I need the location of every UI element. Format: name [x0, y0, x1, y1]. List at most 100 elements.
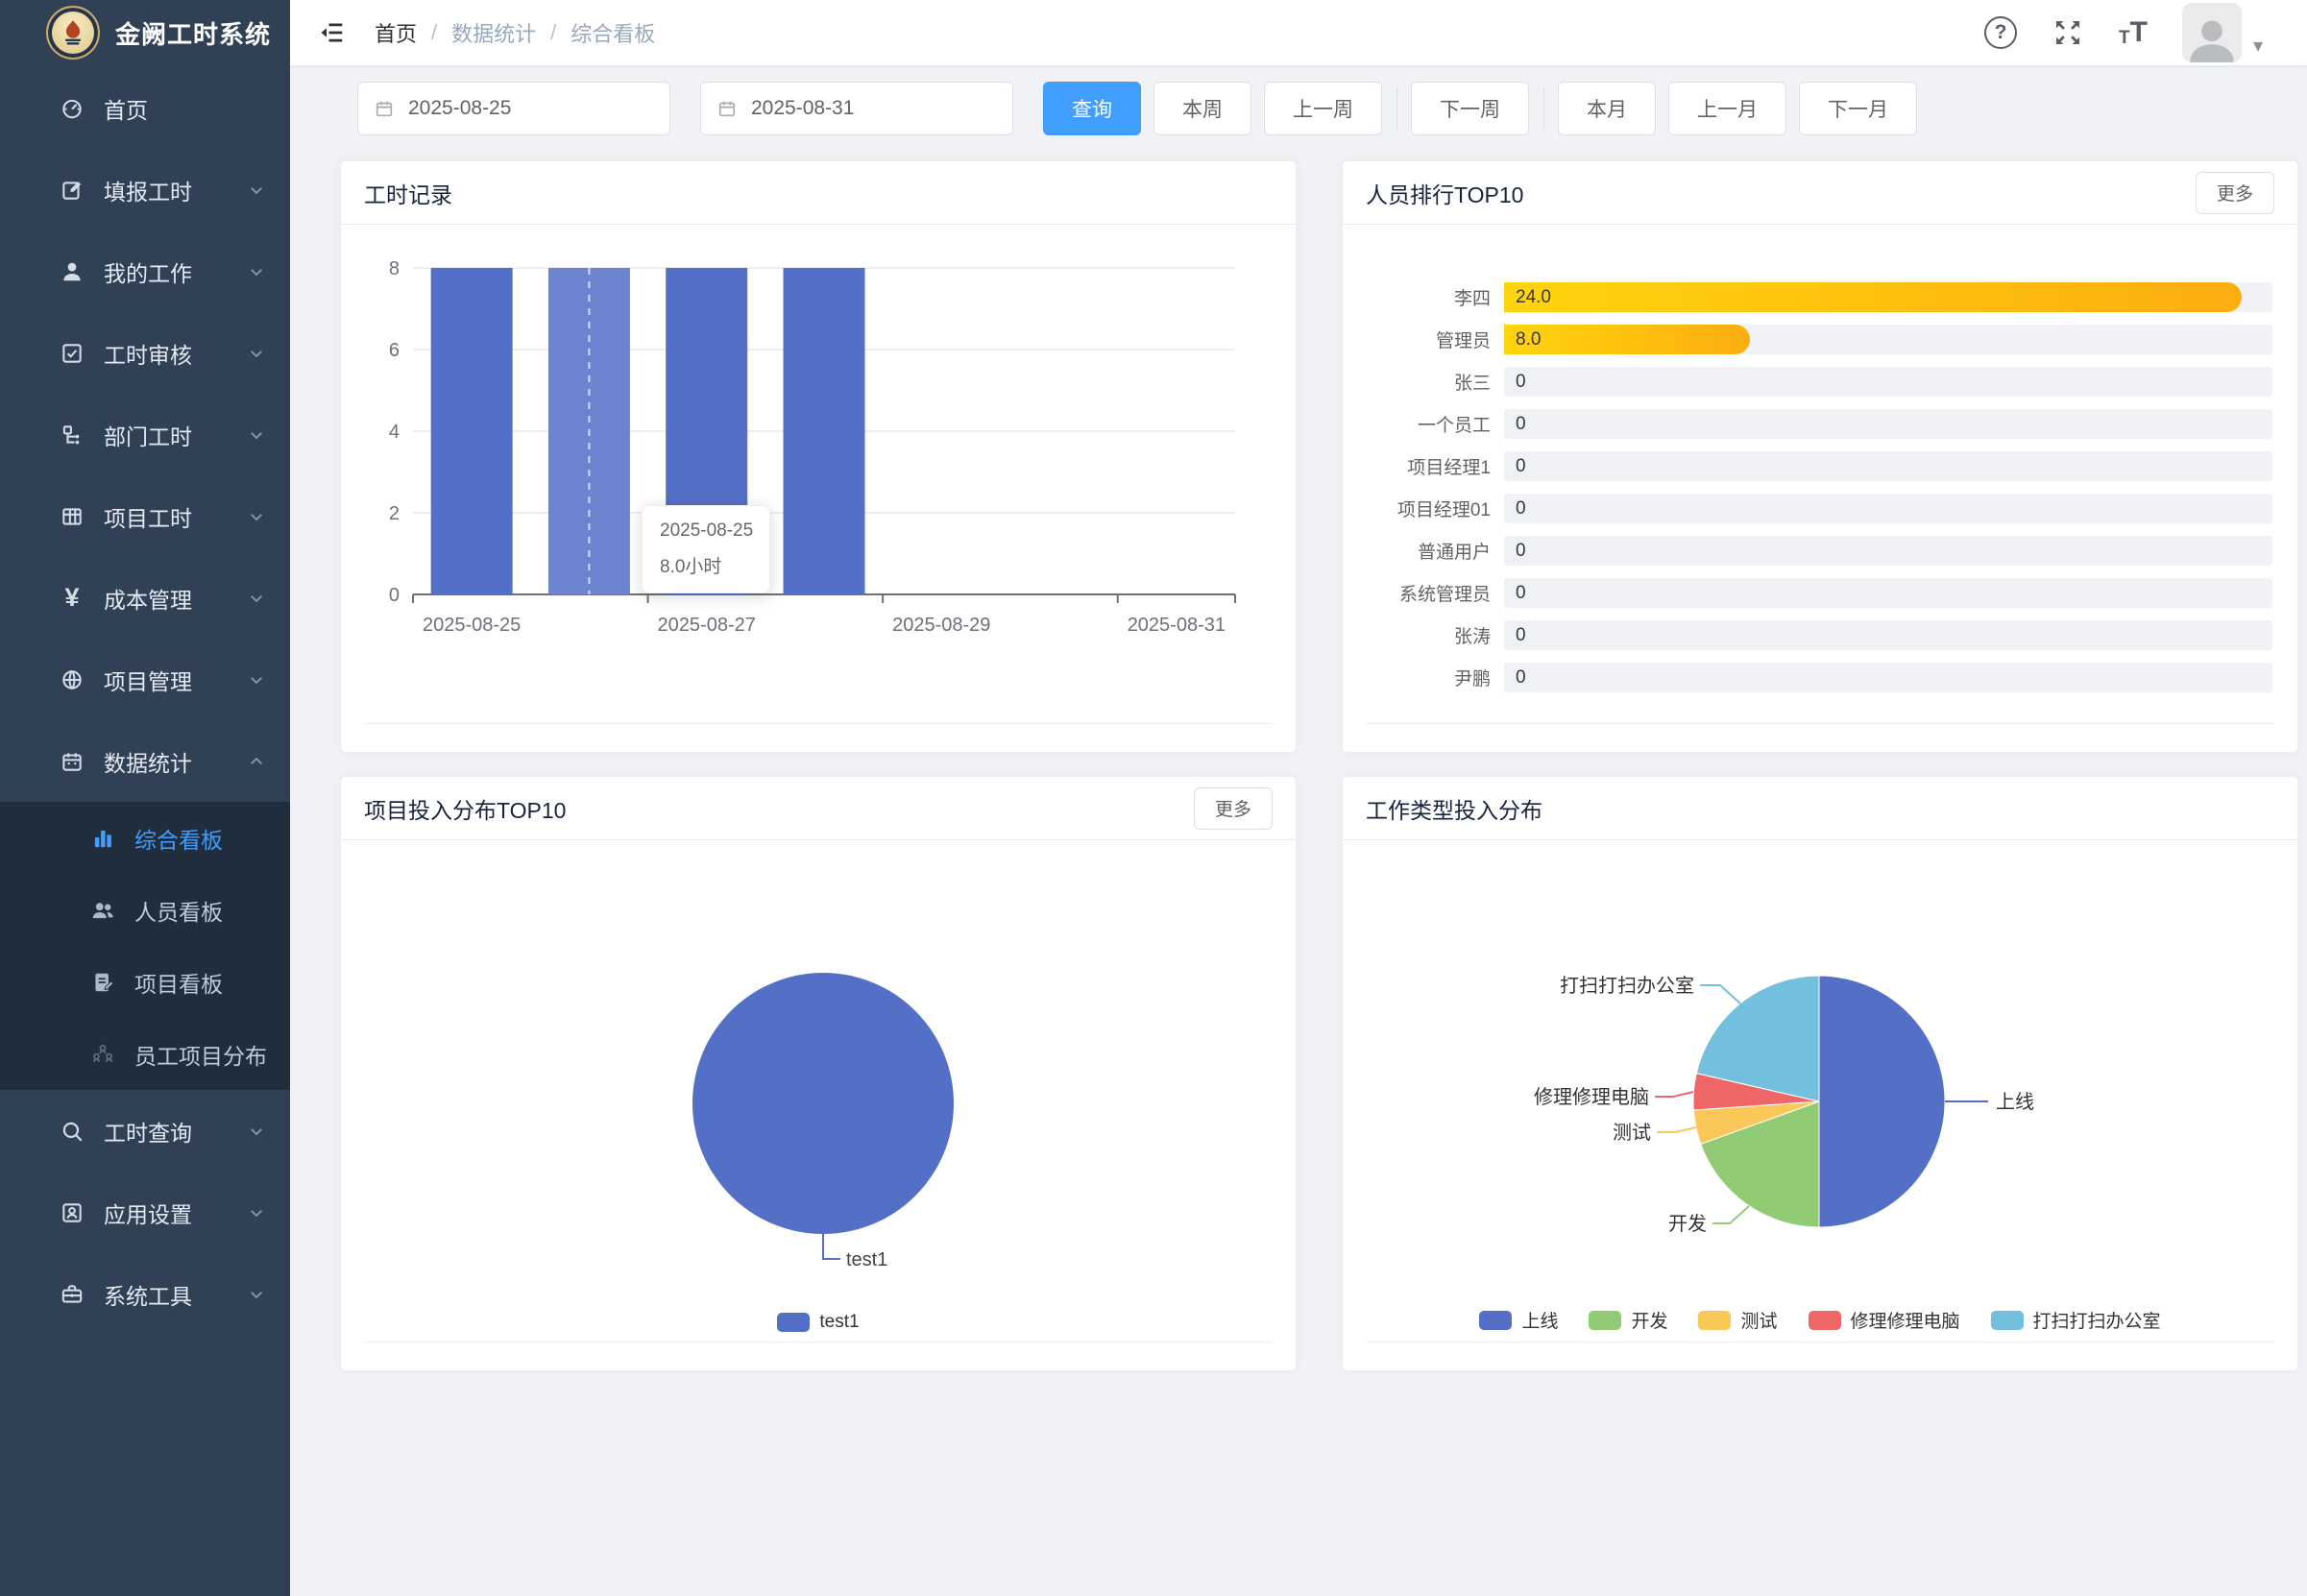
project-pie-more-button[interactable]: 更多 [1194, 787, 1273, 830]
rank-bar[interactable] [1504, 282, 2242, 312]
rank-row[interactable]: 一个员工0 [1366, 409, 2272, 439]
legend-swatch-icon [1809, 1311, 1841, 1330]
query-button[interactable]: 查询 [1043, 82, 1141, 135]
project-pie-legend: test1 [341, 1312, 1296, 1333]
rank-row[interactable]: 系统管理员0 [1366, 578, 2272, 608]
rank-row[interactable]: 张三0 [1366, 367, 2272, 397]
rank-row[interactable]: 尹鹏0 [1366, 663, 2272, 692]
sidebar-item-project-board[interactable]: 项目看板 [0, 946, 290, 1018]
rank-row[interactable]: 张涛0 [1366, 620, 2272, 650]
sidebar-item-overview-board[interactable]: 综合看板 [0, 802, 290, 874]
bar[interactable] [784, 268, 865, 594]
pie-slice-label: 上线 [1996, 1091, 2034, 1113]
sidebar-item-label: 人员看板 [134, 894, 265, 927]
legend-label: 打扫打扫办公室 [2033, 1307, 2161, 1333]
chevron-down-icon [248, 181, 265, 199]
pie-slice[interactable] [1819, 976, 1945, 1227]
panel-title: 工时记录 [364, 177, 452, 209]
sidebar-item-my-work[interactable]: 我的工作 [0, 230, 290, 312]
pie-slice-label: 打扫打扫办公室 [1560, 975, 1694, 997]
legend-item[interactable]: 上线 [1479, 1307, 1558, 1333]
rank-track: 0 [1504, 451, 2272, 481]
panel-footer-divider [1366, 723, 2274, 724]
button-group-divider [1396, 87, 1397, 130]
breadcrumb-home[interactable]: 首页 [375, 17, 417, 48]
panel-header: 人员排行TOP10 更多 [1343, 161, 2297, 225]
sidebar-item-people-board[interactable]: 人员看板 [0, 874, 290, 946]
user-icon [57, 259, 87, 284]
sidebar-item-hours-query[interactable]: 工时查询 [0, 1090, 290, 1172]
panel-footer-divider [364, 723, 1273, 724]
legend-item[interactable]: 测试 [1698, 1307, 1777, 1333]
rank-row[interactable]: 普通用户0 [1366, 536, 2272, 566]
search-icon [57, 1119, 87, 1144]
sidebar-item-project-hours[interactable]: 项目工时 [0, 475, 290, 557]
sidebar-item-data-statistics[interactable]: 数据统计 [0, 720, 290, 802]
sidebar-collapse-icon[interactable] [317, 18, 346, 47]
rank-label: 管理员 [1366, 326, 1491, 352]
breadcrumb-data-statistics: 数据统计 [451, 17, 536, 48]
sidebar-item-app-settings[interactable]: 应用设置 [0, 1172, 290, 1253]
yen-icon: ¥ [57, 585, 87, 611]
legend-swatch-icon [777, 1313, 810, 1332]
legend-item[interactable]: 修理修理电脑 [1809, 1307, 1960, 1333]
bar[interactable] [431, 268, 513, 594]
fullscreen-icon[interactable] [2052, 16, 2084, 49]
sidebar-item-employee-project-distribution[interactable]: 员工项目分布 [0, 1018, 290, 1090]
breadcrumb-separator: / [431, 20, 437, 45]
this-month-button[interactable]: 本月 [1558, 82, 1656, 135]
avatar[interactable] [2182, 3, 2242, 62]
pie-slice[interactable] [692, 973, 954, 1234]
text-size-icon[interactable]: TT [2119, 18, 2148, 47]
rank-label: 项目经理01 [1366, 496, 1491, 521]
sidebar-item-cost-management[interactable]: ¥ 成本管理 [0, 557, 290, 639]
hours-bar-chart[interactable]: 024682025-08-252025-08-272025-08-292025-… [341, 225, 1297, 676]
next-month-button[interactable]: 下一月 [1799, 82, 1917, 135]
rank-value: 0 [1516, 663, 1526, 692]
edit-icon [57, 178, 87, 203]
help-icon[interactable]: ? [1984, 16, 2017, 49]
panel-hours-record: 工时记录 024682025-08-252025-08-272025-08-29… [340, 160, 1297, 753]
rank-value: 0 [1516, 494, 1526, 523]
legend-item[interactable]: 打扫打扫办公室 [1991, 1307, 2161, 1333]
worktype-pie-chart-area: 上线开发测试修理修理电脑打扫打扫办公室 上线开发测试修理修理电脑打扫打扫办公室 [1343, 840, 2297, 1369]
rank-row[interactable]: 李四24.0 [1366, 282, 2272, 312]
calendar-icon [374, 98, 395, 119]
project-pie-chart[interactable]: test1 [341, 840, 1297, 1282]
bar[interactable] [666, 268, 747, 594]
table-icon [57, 504, 87, 529]
end-date-input[interactable]: 2025-08-31 [700, 82, 1013, 135]
sidebar-item-home[interactable]: 首页 [0, 67, 290, 149]
users-icon [87, 898, 118, 923]
chevron-down-icon [248, 1123, 265, 1140]
this-week-button[interactable]: 本周 [1154, 82, 1251, 135]
rank-list: 李四24.0 管理员8.0 张三0 一个员工0 项目经理10 项目经理01 0 普通用户0 系统… [1343, 225, 2297, 692]
sidebar-item-hours-review[interactable]: 工时审核 [0, 312, 290, 394]
sidebar-item-fill-hours[interactable]: 填报工时 [0, 149, 290, 230]
people-rank-more-button[interactable]: 更多 [2196, 172, 2274, 214]
caret-down-icon[interactable]: ▾ [2253, 34, 2263, 58]
app-title: 金阙工时系统 [115, 15, 271, 51]
rank-row[interactable]: 项目经理01 0 [1366, 494, 2272, 523]
sidebar-item-department-hours[interactable]: 部门工时 [0, 394, 290, 475]
toolbox-icon [57, 1282, 87, 1307]
x-axis-tick-label: 2025-08-29 [892, 615, 990, 636]
start-date-input[interactable]: 2025-08-25 [357, 82, 670, 135]
y-axis-tick-label: 8 [389, 258, 400, 279]
rank-row[interactable]: 项目经理10 [1366, 451, 2272, 481]
rank-row[interactable]: 管理员8.0 [1366, 325, 2272, 354]
legend-item[interactable]: 开发 [1589, 1307, 1667, 1333]
legend-label: 测试 [1740, 1307, 1777, 1333]
legend-label: 上线 [1521, 1307, 1558, 1333]
chevron-down-icon [248, 508, 265, 525]
prev-month-button[interactable]: 上一月 [1668, 82, 1786, 135]
prev-week-button[interactable]: 上一周 [1264, 82, 1382, 135]
legend-swatch-icon [1479, 1311, 1512, 1330]
sidebar-item-project-management[interactable]: 项目管理 [0, 639, 290, 720]
worktype-pie-chart[interactable]: 上线开发测试修理修理电脑打扫打扫办公室 [1343, 840, 2298, 1272]
sidebar-item-system-tools[interactable]: 系统工具 [0, 1253, 290, 1335]
legend-item[interactable]: test1 [777, 1312, 859, 1333]
next-week-button[interactable]: 下一周 [1411, 82, 1529, 135]
sidebar-item-label: 我的工作 [104, 255, 248, 288]
y-axis-tick-label: 4 [389, 422, 400, 443]
